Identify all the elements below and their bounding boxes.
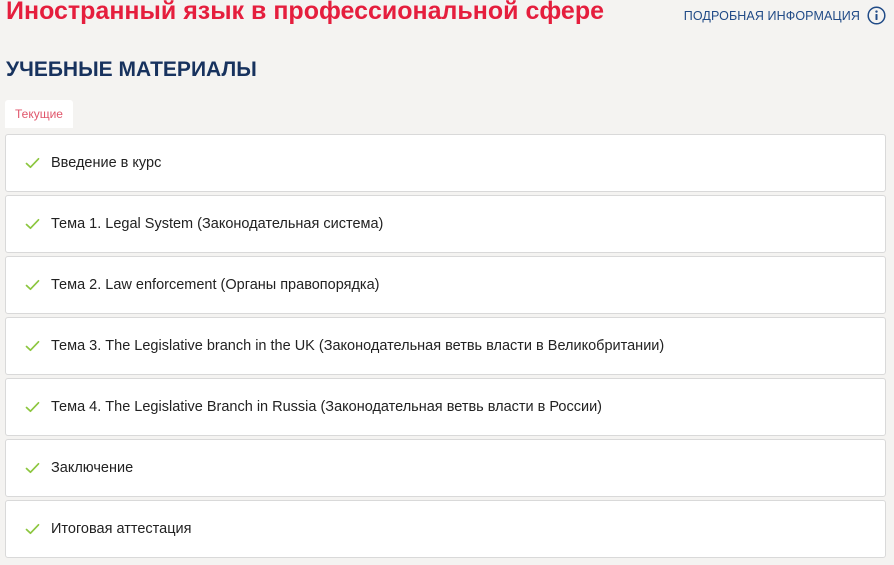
- module-item-topic-1[interactable]: Тема 1. Legal System (Законодательная си…: [5, 195, 886, 253]
- module-item-topic-2[interactable]: Тема 2. Law enforcement (Органы правопор…: [5, 256, 886, 314]
- check-icon: [25, 523, 40, 535]
- tab-current[interactable]: Текущие: [5, 100, 73, 128]
- module-label: Тема 1. Legal System (Законодательная си…: [51, 216, 384, 232]
- module-list: Введение в курс Тема 1. Legal System (За…: [5, 134, 886, 561]
- info-icon[interactable]: [867, 6, 886, 25]
- module-label: Итоговая аттестация: [51, 521, 192, 537]
- module-label: Тема 2. Law enforcement (Органы правопор…: [51, 277, 380, 293]
- module-item-final-assessment[interactable]: Итоговая аттестация: [5, 500, 886, 558]
- module-label: Заключение: [51, 460, 134, 476]
- more-info-label: ПОДРОБНАЯ ИНФОРМАЦИЯ: [683, 8, 860, 23]
- check-icon: [25, 462, 40, 474]
- more-info-link[interactable]: ПОДРОБНАЯ ИНФОРМАЦИЯ: [684, 6, 886, 25]
- module-label: Тема 3. The Legislative branch in the UK…: [51, 338, 665, 354]
- check-icon: [25, 157, 40, 169]
- check-icon: [25, 401, 40, 413]
- module-item-topic-3[interactable]: Тема 3. The Legislative branch in the UK…: [5, 317, 886, 375]
- check-icon: [25, 340, 40, 352]
- section-title: УЧЕБНЫЕ МАТЕРИАЛЫ: [6, 58, 257, 81]
- module-item-conclusion[interactable]: Заключение: [5, 439, 886, 497]
- module-label: Введение в курс: [51, 155, 162, 171]
- check-icon: [25, 218, 40, 230]
- module-label: Тема 4. The Legislative Branch in Russia…: [51, 399, 603, 415]
- course-title: Иностранный язык в профессиональной сфер…: [6, 0, 605, 25]
- check-icon: [25, 279, 40, 291]
- materials-tabs: Текущие: [5, 100, 73, 128]
- module-item-topic-4[interactable]: Тема 4. The Legislative Branch in Russia…: [5, 378, 886, 436]
- module-item-intro[interactable]: Введение в курс: [5, 134, 886, 192]
- page-header: Иностранный язык в профессиональной сфер…: [6, 0, 888, 34]
